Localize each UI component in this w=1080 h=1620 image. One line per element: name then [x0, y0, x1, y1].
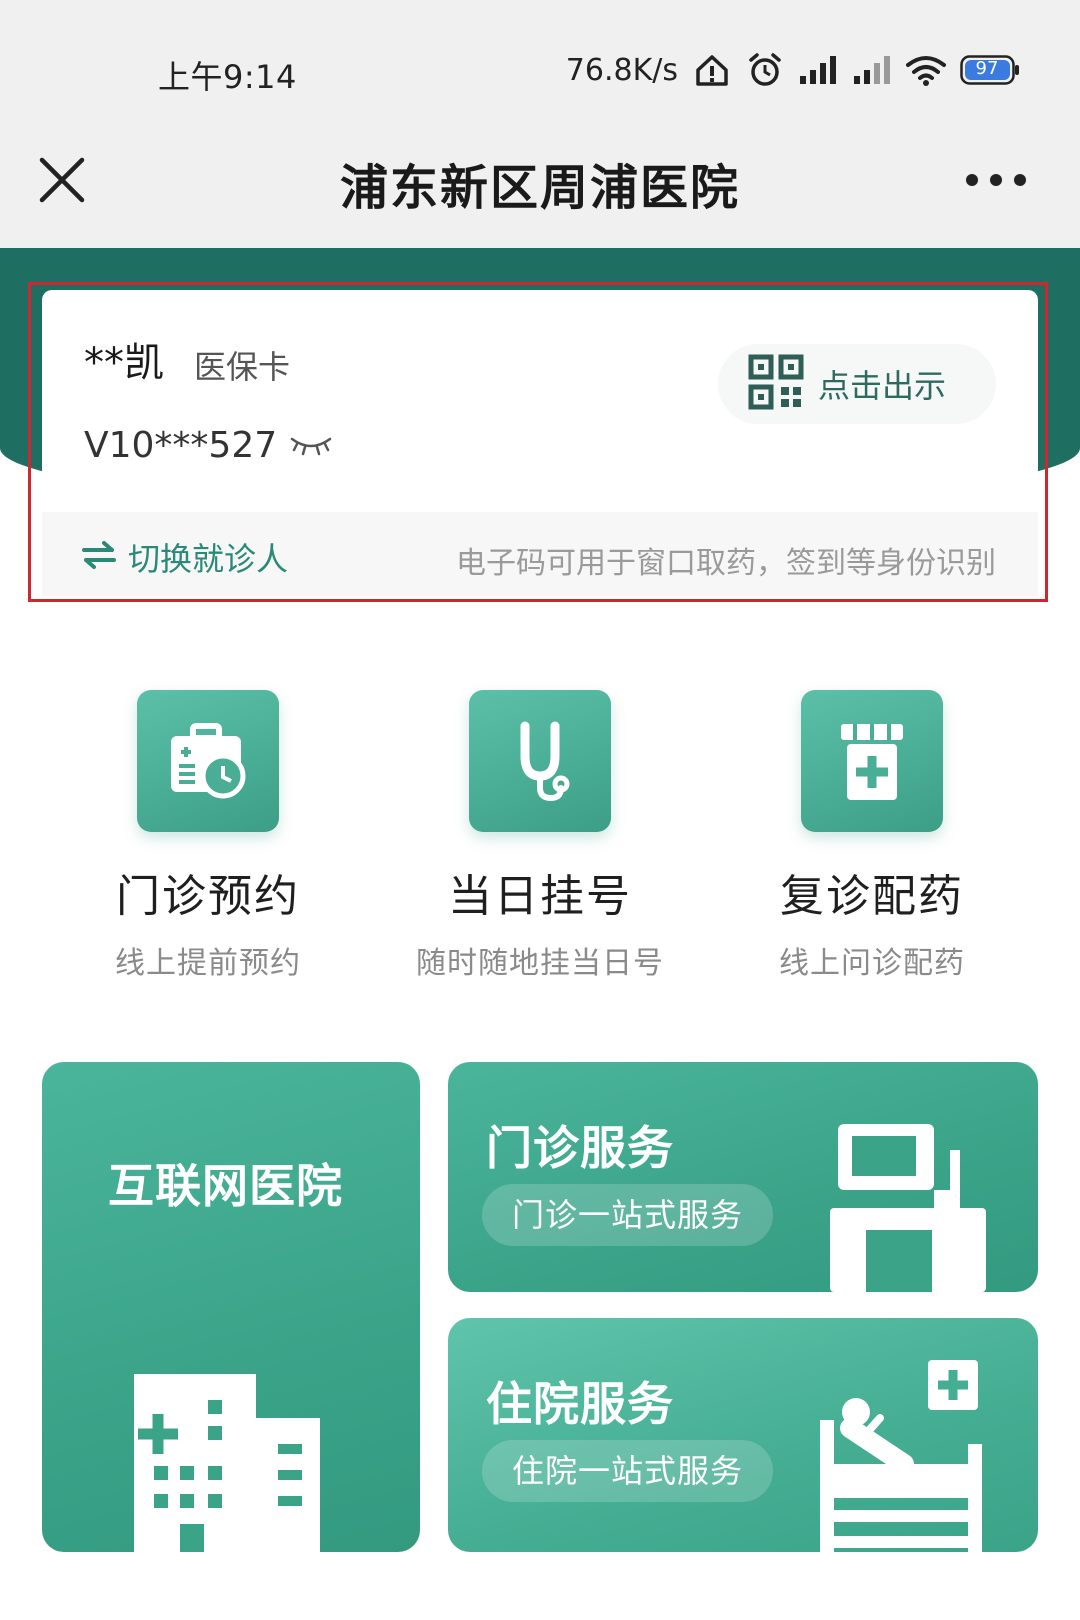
quick-service-same-day[interactable]: 当日挂号 随时随地挂当日号 — [380, 690, 700, 982]
tile-title: 住院服务 — [486, 1377, 674, 1431]
internet-hospital-tile[interactable]: 互联网医院 — [42, 1062, 420, 1552]
inpatient-services-tile[interactable]: 住院服务 住院一站式服务 — [448, 1318, 1038, 1552]
quick-service-subtitle: 线上问诊配药 — [779, 946, 965, 981]
home-alert-icon — [692, 50, 732, 90]
battery-level: 97 — [975, 58, 999, 79]
hospital-building-icon — [134, 1374, 320, 1552]
hospital-bed-icon — [820, 1360, 982, 1552]
tile-title: 互联网医院 — [108, 1159, 343, 1213]
outpatient-services-tile[interactable]: 门诊服务 门诊一站式服务 — [448, 1062, 1038, 1292]
quick-service-refill[interactable]: 复诊配药 线上问诊配药 — [712, 690, 1032, 982]
quick-service-appointment[interactable]: 门诊预约 线上提前预约 — [48, 690, 368, 982]
page-title: 浦东新区周浦医院 — [339, 160, 740, 216]
quick-service-subtitle: 线上提前预约 — [115, 946, 301, 981]
tile-title: 门诊服务 — [486, 1121, 674, 1175]
status-time: 上午9:14 — [158, 58, 297, 96]
battery-icon: 97 — [960, 55, 1020, 85]
status-bar: 上午9:14 76.8K/s 97 — [0, 0, 1080, 130]
tile-subtitle: 门诊一站式服务 — [482, 1184, 774, 1246]
quick-service-subtitle: 随时随地挂当日号 — [416, 946, 664, 981]
monitor-equipment-icon — [830, 1124, 986, 1292]
more-icon[interactable] — [964, 170, 1028, 190]
medical-case-clock-icon — [137, 690, 279, 832]
stethoscope-icon — [469, 690, 611, 832]
highlight-outline — [28, 282, 1048, 602]
nav-bar: 浦东新区周浦医院 — [0, 130, 1080, 248]
alarm-icon — [746, 51, 784, 89]
quick-service-title: 当日挂号 — [448, 871, 632, 922]
tile-subtitle: 住院一站式服务 — [482, 1440, 774, 1502]
wifi-icon — [906, 54, 946, 86]
network-speed: 76.8K/s — [565, 52, 678, 88]
signal-icon — [798, 54, 838, 86]
medicine-bottle-icon — [801, 690, 943, 832]
quick-service-title: 复诊配药 — [780, 871, 964, 922]
signal-weak-icon — [852, 54, 892, 86]
quick-service-title: 门诊预约 — [116, 871, 300, 922]
status-icons: 76.8K/s 97 — [566, 48, 1020, 92]
